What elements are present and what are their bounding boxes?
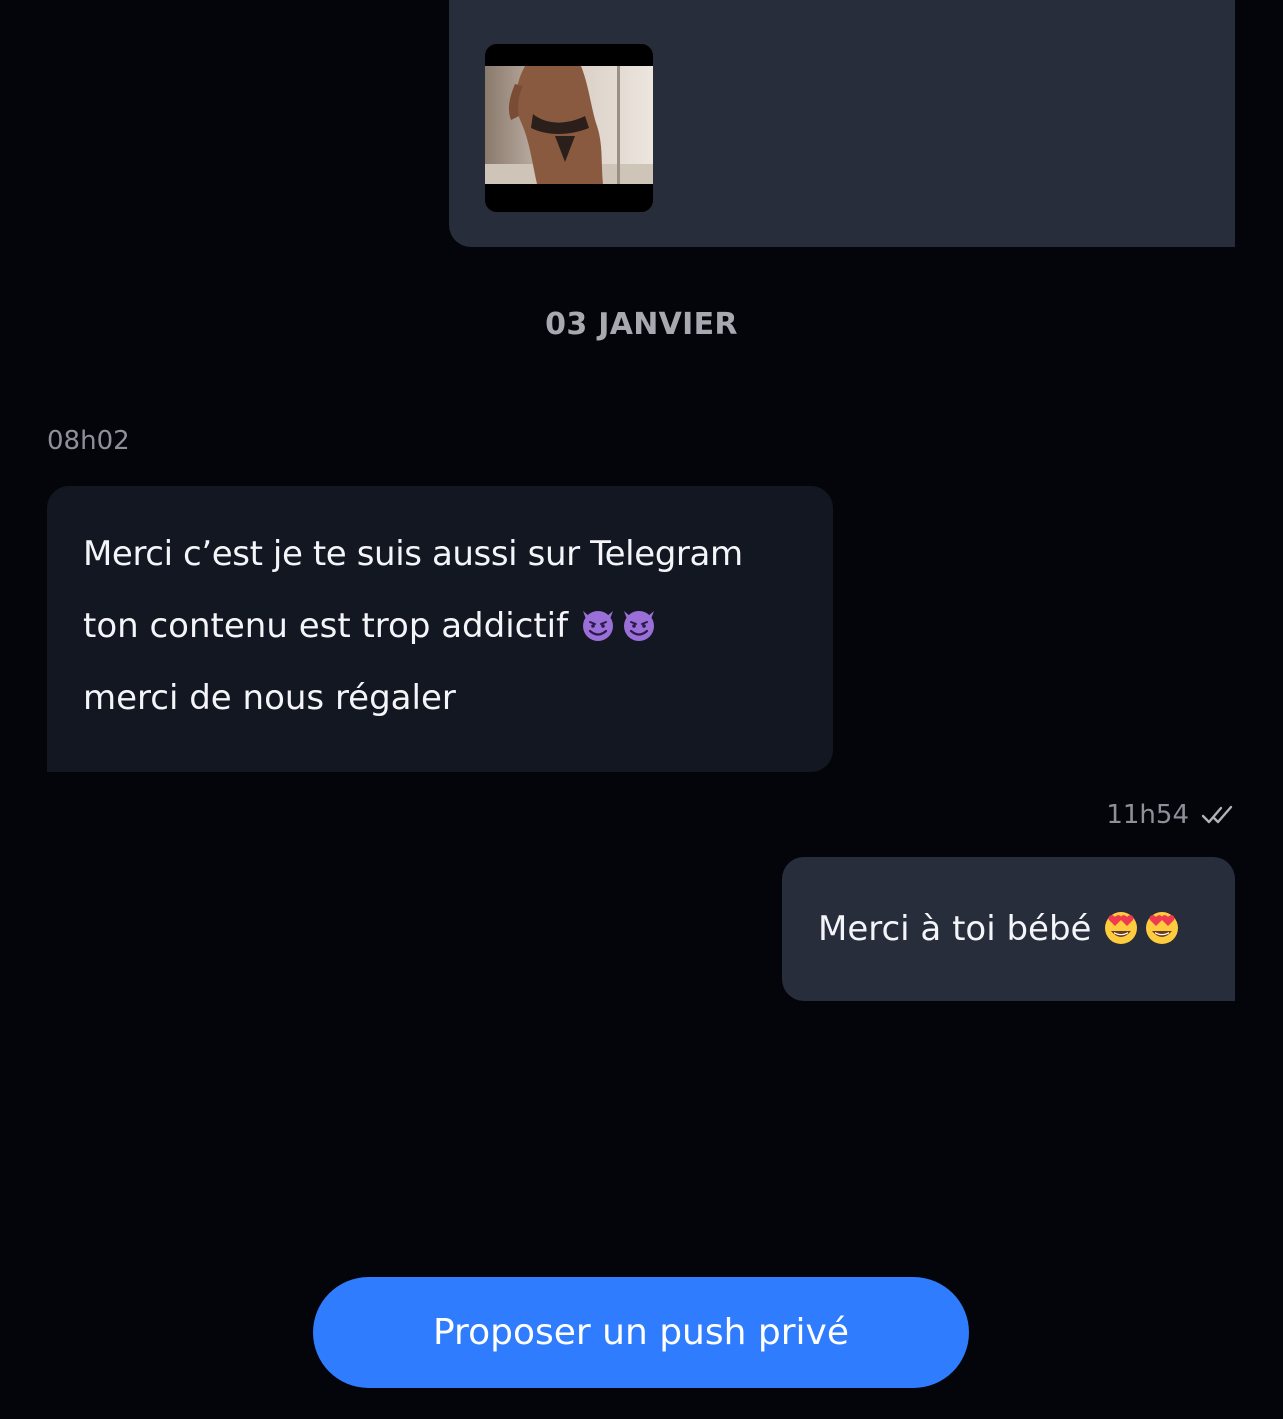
smiling-devil-emoji <box>620 605 658 643</box>
propose-private-push-button[interactable]: Proposer un push privé <box>313 1277 969 1388</box>
heart-eyes-emoji <box>1102 908 1140 946</box>
incoming-message-line-2: ton contenu est trop addictif <box>83 590 797 662</box>
chat-screen: 03 JANVIER 08h02 Merci c’est je te suis … <box>0 0 1283 1419</box>
incoming-message-bubble[interactable]: Merci c’est je te suis aussi sur Telegra… <box>47 486 833 772</box>
incoming-message-time: 08h02 <box>47 426 130 456</box>
smiling-devil-emoji <box>579 605 617 643</box>
incoming-message-line-1: Merci c’est je te suis aussi sur Telegra… <box>83 534 743 574</box>
photo-thumbnail[interactable] <box>485 44 653 212</box>
outgoing-message-text: Merci à toi bébé <box>818 905 1184 953</box>
outgoing-message-meta: 11h54 <box>1106 798 1235 832</box>
outgoing-media-bubble <box>449 0 1235 247</box>
outgoing-message-bubble[interactable]: Merci à toi bébé <box>782 857 1235 1001</box>
double-check-icon <box>1201 804 1235 826</box>
heart-eyes-emoji <box>1143 908 1181 946</box>
outgoing-message-time: 11h54 <box>1106 800 1189 830</box>
date-separator: 03 JANVIER <box>545 307 738 342</box>
incoming-message-line-3: merci de nous régaler <box>83 678 456 718</box>
